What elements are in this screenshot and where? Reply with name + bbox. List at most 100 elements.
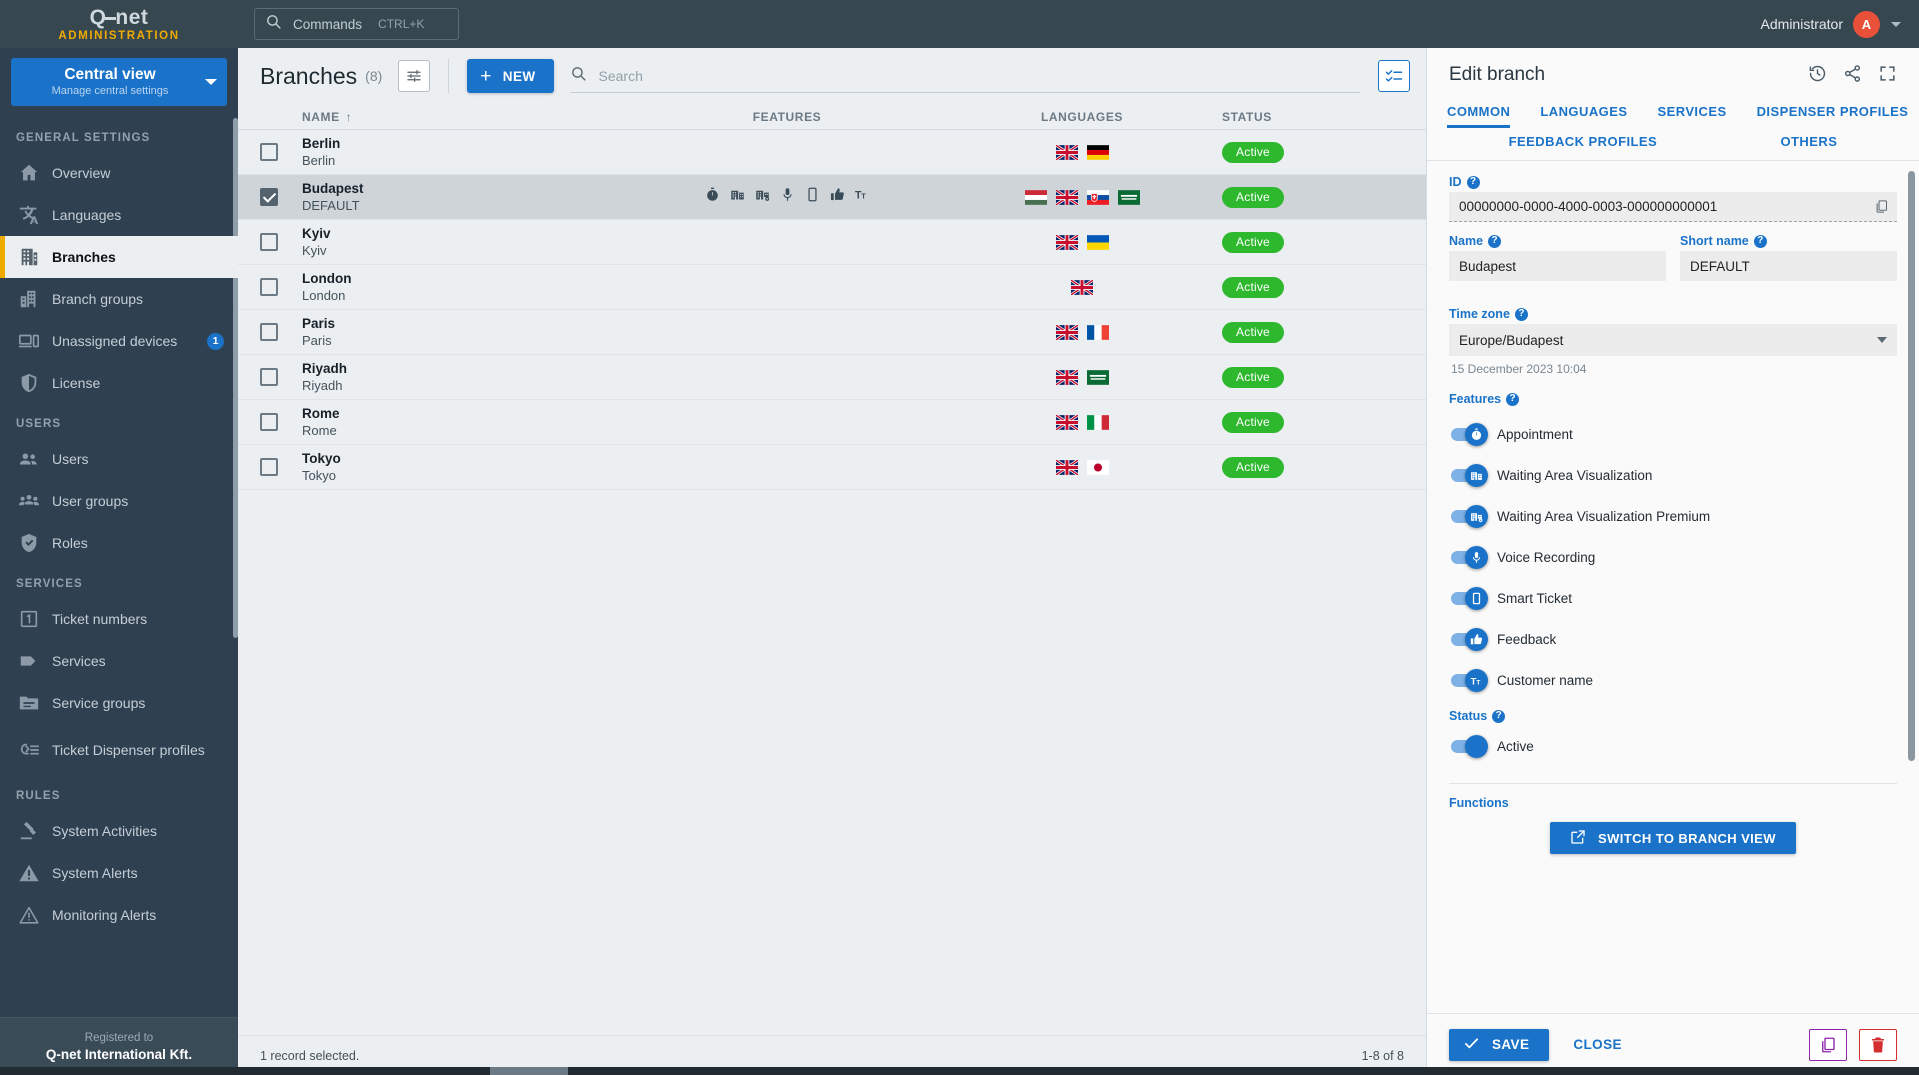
flag-sa [1117,189,1140,205]
tab-feedback-profiles[interactable]: FEEDBACK PROFILES [1509,128,1658,158]
help-icon[interactable]: ? [1488,234,1502,248]
row-short-name: London [302,288,346,303]
waiting-area-premium-toggle[interactable] [1451,505,1488,528]
row-checkbox[interactable] [260,143,278,161]
sidebar-item-users[interactable]: Users [0,438,238,480]
sidebar-item-branch-groups[interactable]: Branch groups [0,278,238,320]
smartphone-icon [1465,587,1488,610]
help-icon[interactable]: ? [1506,392,1520,406]
short-name-field[interactable]: DEFAULT [1680,251,1897,281]
row-checkbox[interactable] [260,458,278,476]
sidebar-item-monitoring-alerts[interactable]: Monitoring Alerts [0,894,238,936]
help-icon[interactable]: ? [1492,709,1506,723]
feature-customer-name: TT Customer name [1449,660,1897,701]
row-checkbox-cell[interactable] [260,188,302,206]
row-checkbox[interactable] [260,233,278,251]
panel-scrollbar[interactable] [1908,171,1915,761]
appointment-toggle[interactable] [1451,423,1488,446]
feedback-toggle[interactable] [1451,628,1488,651]
smart-ticket-toggle[interactable] [1451,587,1488,610]
sidebar-item-label: Branch groups [52,291,144,307]
row-short-name: Tokyo [302,468,336,483]
table-row[interactable]: London London Active [238,265,1426,310]
header-name[interactable]: NAME ↑ [302,110,622,124]
row-checkbox[interactable] [260,323,278,341]
voice-recording-toggle[interactable] [1451,546,1488,569]
row-checkbox-cell[interactable] [260,368,302,386]
name-field[interactable]: Budapest [1449,251,1666,281]
sidebar-item-languages[interactable]: Languages [0,194,238,236]
bottom-scrollbar-track[interactable] [0,1067,1919,1075]
id-field[interactable]: 00000000-0000-4000-0003-000000000001 [1449,192,1897,222]
close-button[interactable]: CLOSE [1573,1037,1622,1052]
sidebar-item-user-groups[interactable]: User groups [0,480,238,522]
sidebar-item-ticket-numbers[interactable]: Ticket numbers [0,598,238,640]
table-row[interactable]: Budapest DEFAULT TT Active [238,175,1426,220]
row-checkbox-cell[interactable] [260,143,302,161]
delete-button[interactable] [1859,1028,1897,1061]
building-icon [18,246,52,268]
commands-search-box[interactable]: Commands CTRL+K [254,8,459,40]
row-short-name: Rome [302,423,337,438]
fullscreen-icon[interactable] [1878,64,1897,83]
tab-dispenser-profiles[interactable]: DISPENSER PROFILES [1757,98,1909,128]
row-checkbox[interactable] [260,368,278,386]
row-short-name: Kyiv [302,243,327,258]
bottom-scrollbar-thumb[interactable] [490,1067,568,1075]
status-toggle[interactable] [1451,735,1488,758]
sidebar-item-service-groups[interactable]: Service groups [0,682,238,724]
sidebar-item-overview[interactable]: Overview [0,152,238,194]
row-checkbox[interactable] [260,278,278,296]
row-checkbox-cell[interactable] [260,323,302,341]
row-name: Berlin [302,136,341,151]
smart-ticket-icon [805,187,820,207]
row-name-cell: Paris Paris [302,315,622,349]
table-row[interactable]: Paris Paris Active [238,310,1426,355]
copy-icon[interactable] [1874,199,1889,214]
tab-languages[interactable]: LANGUAGES [1540,98,1627,128]
filter-settings-icon[interactable] [398,60,431,92]
table-row[interactable]: Berlin Berlin Active [238,130,1426,175]
sidebar-item-license[interactable]: License [0,362,238,404]
user-menu[interactable]: Administrator A [1761,10,1901,38]
row-checkbox-cell[interactable] [260,413,302,431]
time-zone-select[interactable]: Europe/Budapest [1449,324,1897,356]
share-icon[interactable] [1843,64,1862,83]
row-checkbox-cell[interactable] [260,233,302,251]
row-checkbox[interactable] [260,413,278,431]
sidebar-item-unassigned-devices[interactable]: Unassigned devices 1 [0,320,238,362]
tab-services[interactable]: SERVICES [1657,98,1726,128]
history-icon[interactable] [1808,64,1827,83]
waiting-area-toggle[interactable] [1451,464,1488,487]
help-icon[interactable]: ? [1466,175,1480,189]
new-branch-button[interactable]: + NEW [467,59,554,93]
customer-name-toggle[interactable]: TT [1451,669,1488,692]
sidebar-item-branches[interactable]: Branches [0,236,238,278]
sidebar-item-system-alerts[interactable]: System Alerts [0,852,238,894]
sidebar-item-roles[interactable]: Roles [0,522,238,564]
sidebar-item-ticket-dispenser-profiles[interactable]: Ticket Dispenser profiles [0,724,238,776]
table-row[interactable]: Kyiv Kyiv Active [238,220,1426,265]
table-row[interactable]: Riyadh Riyadh Active [238,355,1426,400]
select-all-icon[interactable] [1378,60,1410,92]
name-field-label: Name ? [1449,234,1666,248]
tab-others[interactable]: OTHERS [1780,128,1837,158]
switch-to-branch-view-button[interactable]: SWITCH TO BRANCH VIEW [1550,822,1796,854]
save-button[interactable]: SAVE [1449,1028,1550,1061]
row-checkbox[interactable] [260,188,278,206]
row-checkbox-cell[interactable] [260,278,302,296]
flag-de [1086,144,1109,160]
search-input[interactable] [598,67,1360,84]
commands-shortcut: CTRL+K [378,17,425,31]
row-checkbox-cell[interactable] [260,458,302,476]
central-view-switcher[interactable]: Central view Manage central settings [11,58,227,106]
tab-common[interactable]: COMMON [1447,98,1511,128]
duplicate-button[interactable] [1809,1028,1847,1061]
sidebar-item-services[interactable]: Services [0,640,238,682]
table-row[interactable]: Tokyo Tokyo Active [238,445,1426,490]
table-row[interactable]: Rome Rome Active [238,400,1426,445]
help-icon[interactable]: ? [1753,234,1767,248]
help-icon[interactable]: ? [1514,307,1528,321]
microphone-icon [1465,546,1488,569]
sidebar-item-system-activities[interactable]: System Activities [0,810,238,852]
